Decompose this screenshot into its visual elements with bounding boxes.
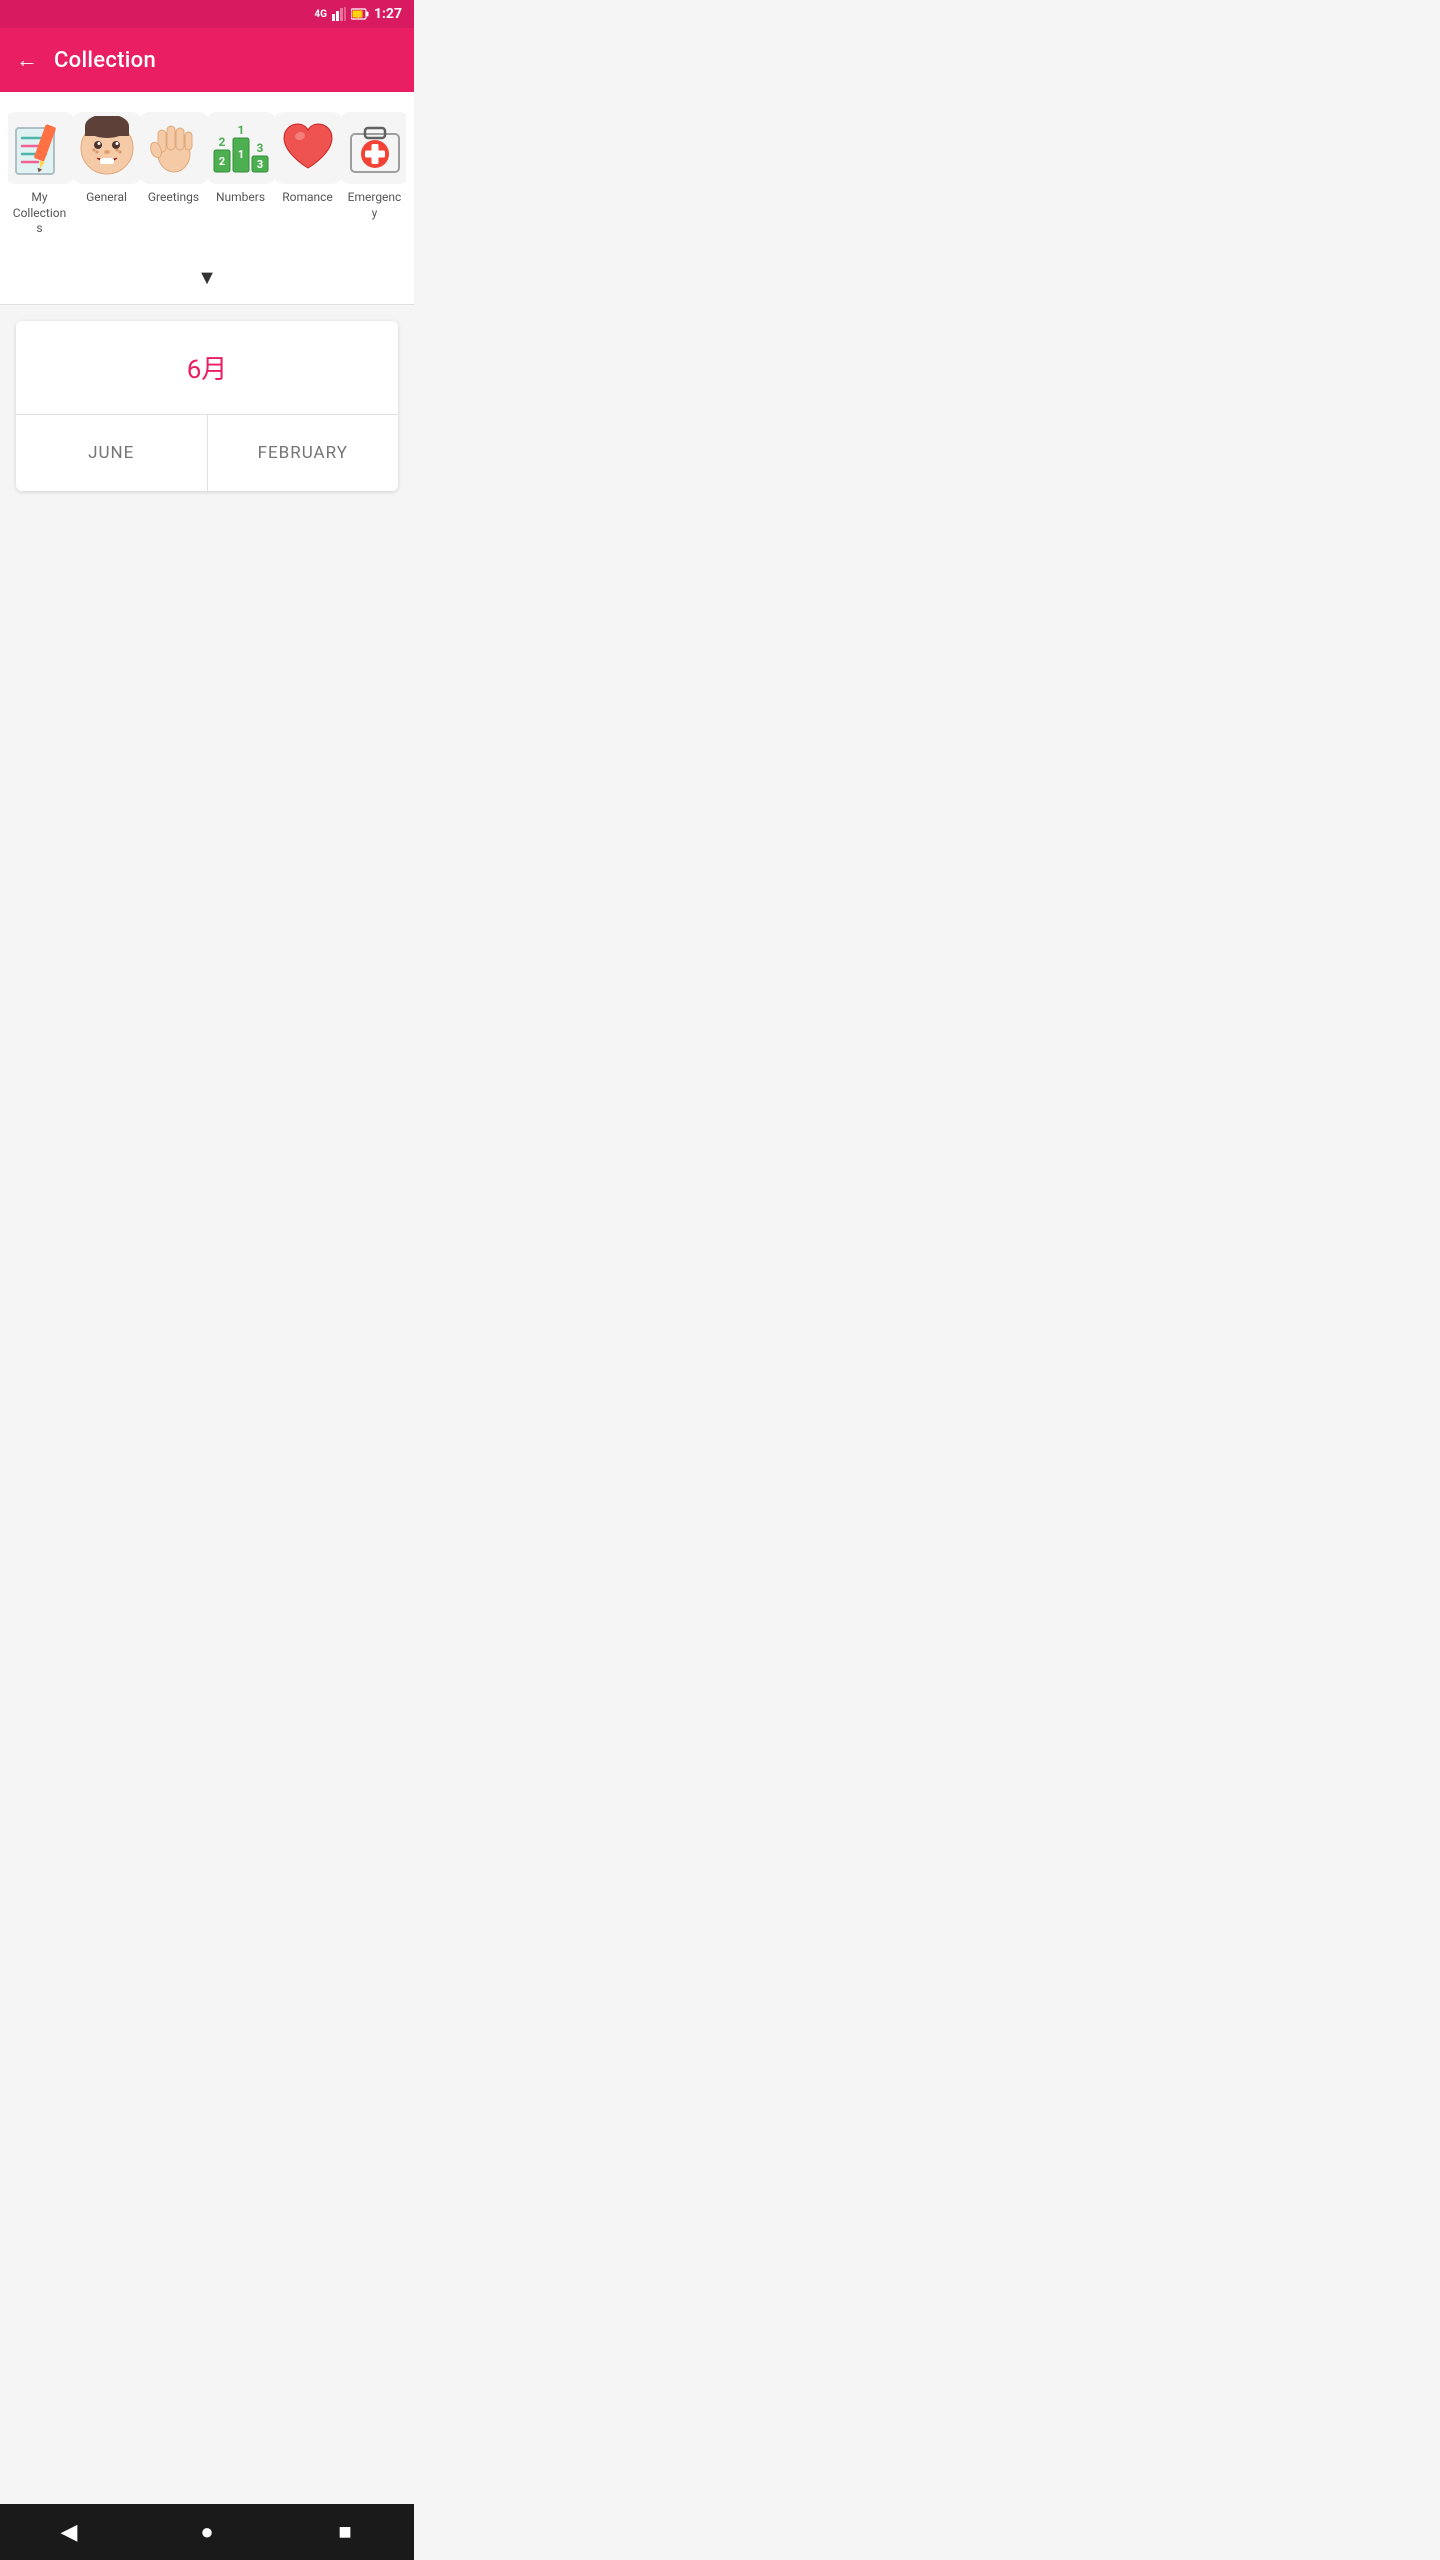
- category-label-numbers: Numbers: [216, 190, 265, 206]
- nav-home-button[interactable]: ●: [179, 2512, 235, 2552]
- nav-back-icon: ◀: [61, 2520, 78, 2545]
- greetings-icon: [138, 112, 210, 184]
- bottom-spacer: [0, 507, 414, 563]
- svg-text:3: 3: [256, 158, 262, 171]
- nav-back-button[interactable]: ◀: [41, 2512, 97, 2552]
- category-item-my-collections[interactable]: My Collections: [8, 108, 71, 241]
- battery-icon: ⚡: [351, 8, 369, 20]
- numbers-icon: 2 1 3 2 1 3: [205, 112, 277, 184]
- signal-icon: [332, 7, 346, 21]
- category-label-my-collections: My Collections: [12, 190, 67, 237]
- emergency-icon: [339, 112, 407, 184]
- romance-icon: [272, 112, 344, 184]
- card-header: 6月: [16, 321, 398, 415]
- status-icons: 4G ⚡ 1:27: [314, 6, 402, 22]
- category-section: My Collections: [0, 92, 414, 257]
- svg-text:2: 2: [218, 135, 225, 149]
- network-badge: 4G: [314, 9, 327, 20]
- svg-text:2: 2: [218, 155, 224, 168]
- june-label: JUNE: [88, 443, 134, 463]
- svg-text:1: 1: [237, 148, 243, 161]
- status-time: 1:27: [374, 6, 402, 22]
- page-title: Collection: [54, 48, 156, 73]
- nav-recents-icon: ■: [338, 2519, 351, 2545]
- status-bar: 4G ⚡ 1:27: [0, 0, 414, 28]
- february-label: FEBRUARY: [258, 443, 348, 463]
- general-icon: [71, 112, 143, 184]
- card-months-row: JUNE FEBRUARY: [16, 415, 398, 491]
- category-label-greetings: Greetings: [148, 190, 199, 206]
- my-collections-icon: [8, 112, 76, 184]
- category-item-numbers[interactable]: 2 1 3 2 1 3 Numbers: [209, 108, 272, 241]
- category-label-romance: Romance: [282, 190, 333, 206]
- category-item-greetings[interactable]: Greetings: [142, 108, 205, 241]
- february-item[interactable]: FEBRUARY: [208, 415, 399, 491]
- category-item-romance[interactable]: Romance: [276, 108, 339, 241]
- svg-text:⚡: ⚡: [354, 10, 364, 20]
- svg-text:3: 3: [256, 141, 263, 155]
- chevron-down-icon[interactable]: ▼: [197, 265, 217, 290]
- nav-recents-button[interactable]: ■: [317, 2512, 373, 2552]
- category-label-general: General: [86, 190, 127, 206]
- category-item-emergency[interactable]: Emergency: [343, 108, 406, 241]
- category-label-emergency: Emergency: [347, 190, 402, 221]
- nav-home-icon: ●: [200, 2519, 213, 2545]
- month-chinese: 6月: [187, 355, 228, 385]
- category-item-general[interactable]: General: [75, 108, 138, 241]
- month-card: 6月 JUNE FEBRUARY: [16, 321, 398, 491]
- bottom-nav: ◀ ● ■: [0, 2504, 414, 2560]
- header: ← Collection: [0, 28, 414, 92]
- june-item[interactable]: JUNE: [16, 415, 208, 491]
- chevron-section[interactable]: ▼: [0, 257, 414, 305]
- svg-text:1: 1: [237, 123, 244, 137]
- category-scroll: My Collections: [8, 108, 406, 257]
- main-content: 6月 JUNE FEBRUARY: [0, 305, 414, 507]
- back-button[interactable]: ←: [16, 47, 38, 73]
